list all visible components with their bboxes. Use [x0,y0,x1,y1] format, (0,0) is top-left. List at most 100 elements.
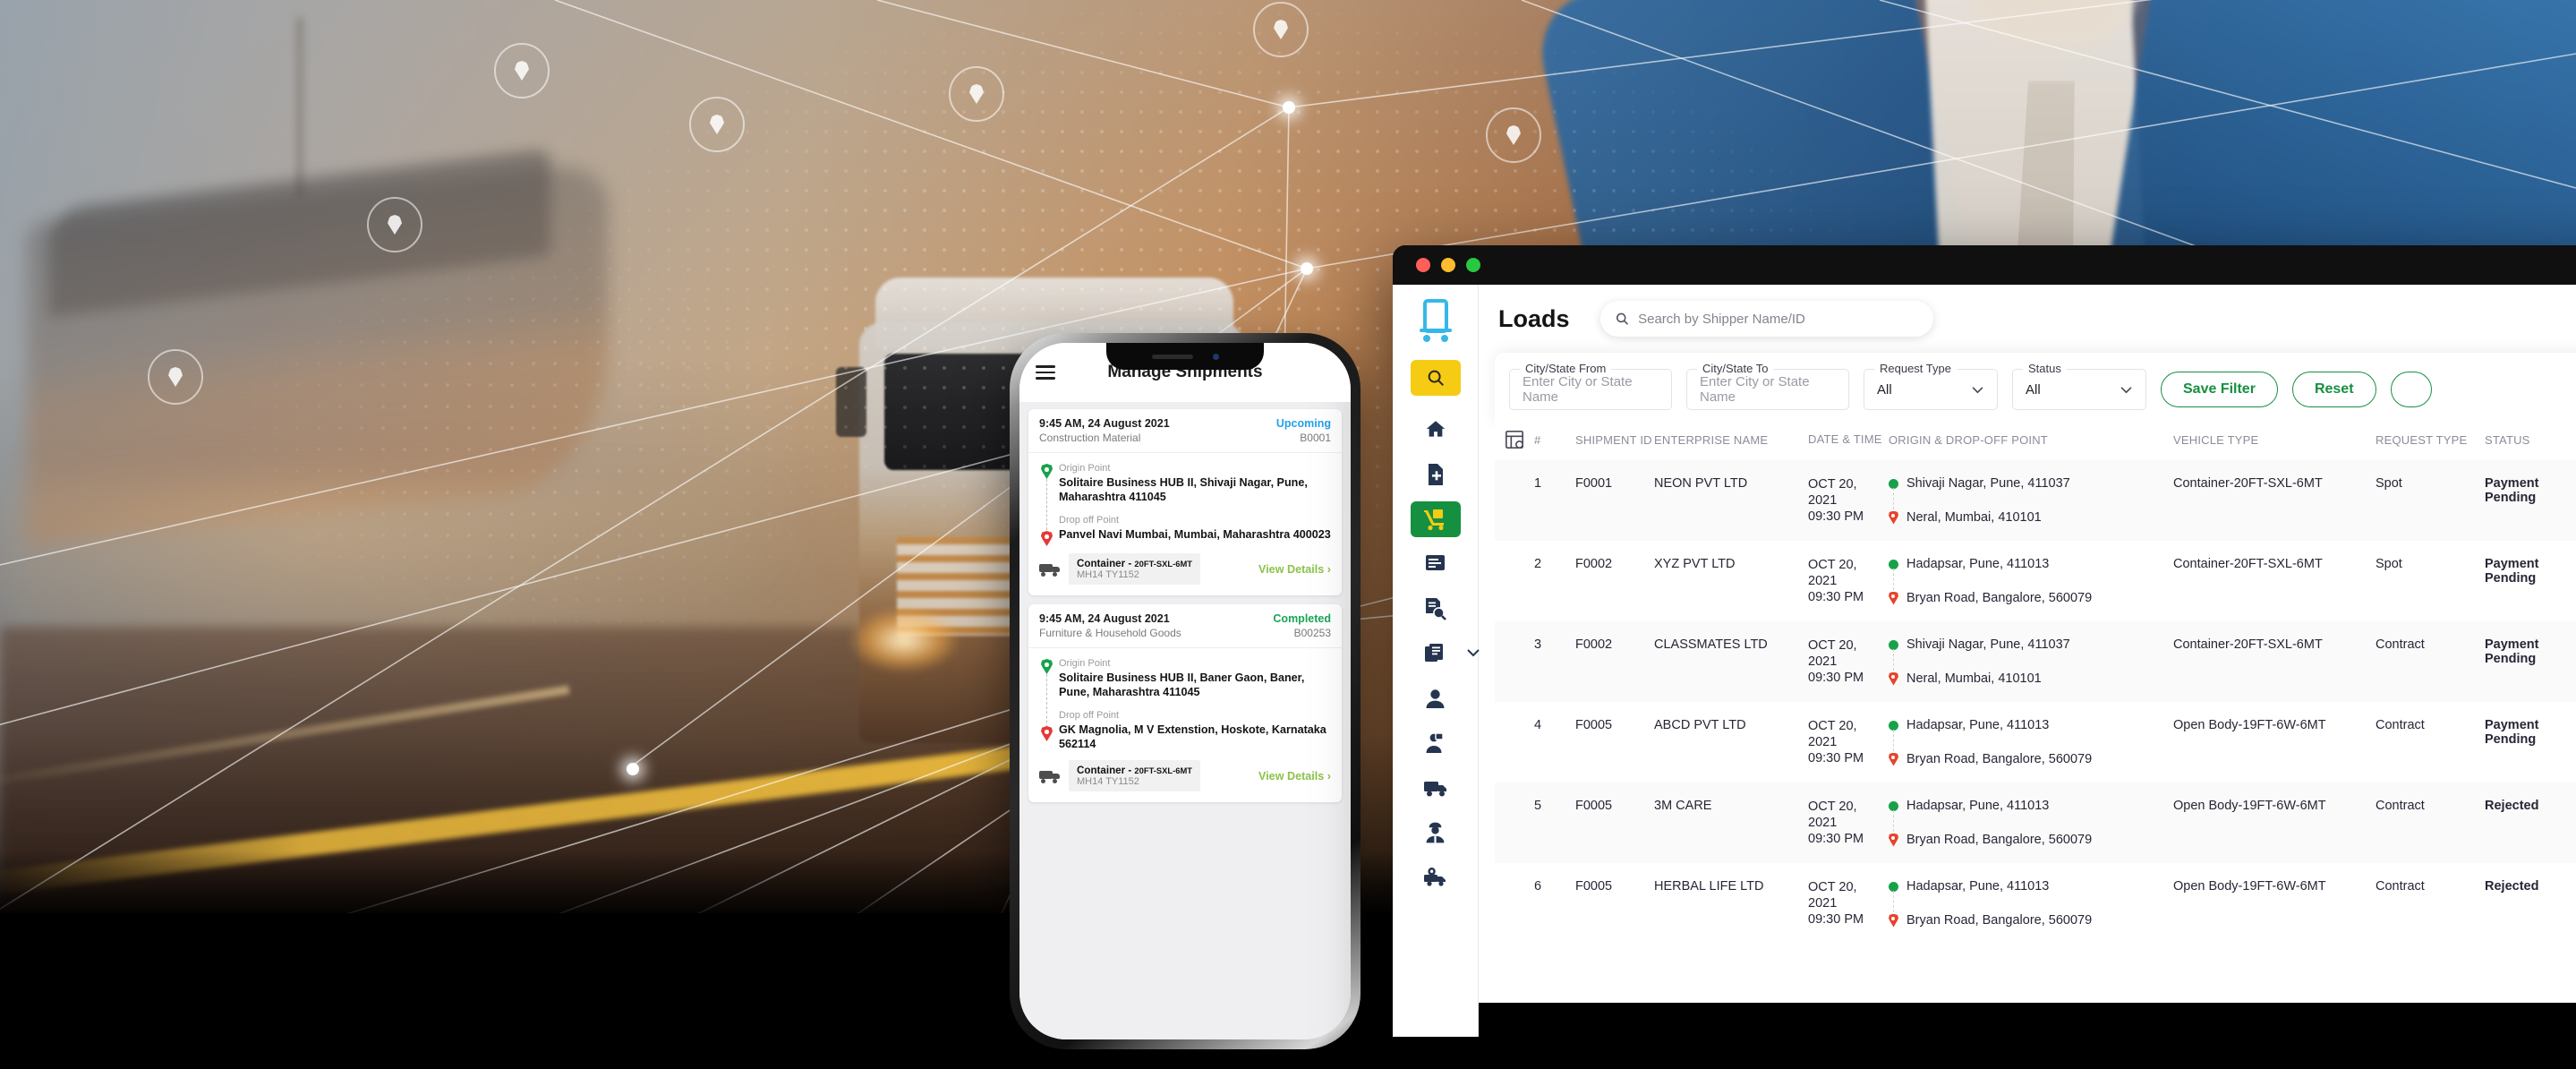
vehicle-number: MH14 TY1152 [1077,569,1139,580]
sidebar-item-shippers[interactable] [1411,725,1461,761]
map-pin [1486,107,1541,163]
sidebar-item-orders[interactable] [1411,546,1461,582]
truck-location-icon [1423,868,1446,886]
overflow-button[interactable] [2390,372,2432,407]
row-datetime: OCT 20, 2021 09:30 PM [1808,558,1864,604]
row-origin: Shivaji Nagar, Pune, 411037 [1906,637,2070,652]
drop-pin-icon [1889,752,1898,766]
phone-notch [1106,343,1264,370]
network-node [1283,101,1295,114]
table-row[interactable]: 1 F0001 NEON PVT LTD OCT 20, 2021 09:30 PM Sh… [1495,460,2576,541]
origin-label: Origin Point [1059,463,1111,474]
table-row[interactable]: 6 F0005 HERBAL LIFE LTD OCT 20, 2021 09:30 P… [1495,863,2576,944]
city-from-placeholder: Enter City or State Name [1523,374,1633,405]
filter-label: Status [2023,362,2067,375]
row-vehicle: Container-20FT-SXL-6MT [2173,476,2323,491]
row-index: 3 [1534,637,1542,652]
page-header: Loads [1479,285,2576,349]
sidebar-item-drivers[interactable] [1411,815,1461,851]
col-vehicle: VEHICLE TYPE [2173,432,2259,447]
sidebar-item-invoices[interactable] [1411,636,1480,671]
filter-bar: City/State From Enter City or State Name… [1495,353,2576,424]
hand-truck-icon [1423,509,1444,531]
sidebar-item-users[interactable] [1411,680,1461,716]
origin-dot-icon [1889,800,1898,811]
truck-icon [1423,782,1446,797]
drop-label: Drop off Point [1059,515,1120,526]
filter-city-to[interactable]: City/State To Enter City or State Name [1686,362,1849,410]
origin-dot-icon [1889,559,1898,569]
row-drop: Neral, Mumbai, 410101 [1906,671,2042,686]
row-vehicle: Container-20FT-SXL-6MT [2173,557,2323,571]
chevron-down-icon [1466,649,1480,657]
sidebar-item-tracking[interactable] [1411,859,1461,895]
minimize-traffic-light[interactable] [1441,258,1455,272]
reset-button[interactable]: Reset [2291,372,2376,407]
vehicle-type: Container [1077,765,1126,776]
sidebar-item-home[interactable] [1411,412,1461,448]
table-row[interactable]: 3 F0002 CLASSMATES LTD OCT 20, 2021 09:30 PM… [1495,621,2576,702]
search-icon [1616,312,1628,325]
page-title: Loads [1498,304,1570,332]
search-input[interactable] [1638,311,1919,327]
filter-status[interactable]: Status All [2012,362,2146,410]
map-pin [1253,2,1309,57]
origin-address: Solitaire Business HUB II, Shivaji Nagar… [1059,476,1308,503]
row-status: Payment Pending [2485,718,2539,747]
col-shipment-id: SHIPMENT ID [1575,432,1652,447]
row-index: 4 [1534,718,1542,732]
sidebar-search-button[interactable] [1410,360,1461,396]
city-to-placeholder: Enter City or State Name [1700,374,1810,405]
table-row[interactable]: 5 F0005 3M CARE OCT 20, 2021 09:30 PM Hadapsa… [1495,783,2576,863]
sidebar-item-loads[interactable] [1410,501,1461,537]
shipment-cargo-type: Furniture & Household Goods [1039,627,1181,639]
truck-icon [1039,769,1061,783]
table-settings-button[interactable] [1495,430,1534,449]
shipment-card[interactable]: 9:45 AM, 24 August 2021 Completed Furnit… [1028,604,1342,802]
maximize-traffic-light[interactable] [1466,258,1480,272]
row-shipment-id: F0002 [1575,557,1613,571]
map-pin [949,66,1004,122]
row-datetime: OCT 20, 2021 09:30 PM [1808,719,1864,765]
row-datetime: OCT 20, 2021 09:30 PM [1808,638,1864,685]
row-status: Payment Pending [2485,557,2539,586]
row-shipment-id: F0005 [1575,718,1613,732]
origin-dot-icon [1889,881,1898,892]
save-filter-button[interactable]: Save Filter [2161,372,2278,407]
row-status: Rejected [2485,799,2539,813]
filter-request-type[interactable]: Request Type All [1864,362,1998,410]
origin-dot-icon [1889,478,1898,489]
table-row[interactable]: 4 F0005 ABCD PVT LTD OCT 20, 2021 09:30 PM Ha… [1495,702,2576,783]
status-value: All [2026,381,2041,398]
row-drop: Bryan Road, Bangalore, 560079 [1906,591,2093,605]
drop-pin-icon [1041,531,1053,546]
view-details-link[interactable]: View Details › [1258,770,1331,783]
vehicle-spec: 20FT-SXL-6MT [1134,765,1193,775]
request-type-value: All [1877,381,1892,398]
add-document-icon [1428,464,1443,485]
row-enterprise: HERBAL LIFE LTD [1654,879,1764,894]
col-datetime: DATE & TIME [1808,432,1882,446]
row-enterprise: ABCD PVT LTD [1654,718,1746,732]
sidebar-item-track-shipment[interactable] [1411,591,1461,627]
driver-icon [1426,822,1445,842]
sidebar-item-vehicles[interactable] [1411,770,1461,806]
row-shipment-id: F0002 [1575,637,1613,652]
invoice-stack-icon [1424,644,1443,662]
table-row[interactable]: 2 F0002 XYZ PVT LTD OCT 20, 2021 09:30 PM Had… [1495,541,2576,621]
shipper-search[interactable] [1599,301,1933,337]
row-origin: Hadapsar, Pune, 411013 [1906,879,2050,894]
row-vehicle: Container-20FT-SXL-6MT [2173,637,2323,652]
hamburger-icon[interactable] [1036,362,1055,382]
close-traffic-light[interactable] [1416,258,1430,272]
sidebar-item-create-booking[interactable] [1411,457,1461,492]
user-icon [1426,688,1445,708]
truck-icon [1039,562,1061,577]
filter-city-from[interactable]: City/State From Enter City or State Name [1509,362,1672,410]
view-details-link[interactable]: View Details › [1258,563,1331,576]
row-request-type: Contract [2376,637,2425,652]
shipment-card[interactable]: 9:45 AM, 24 August 2021 Upcoming Constru… [1028,409,1342,595]
row-index: 5 [1534,799,1542,813]
network-node [627,763,639,775]
drop-pin-icon [1889,913,1898,928]
